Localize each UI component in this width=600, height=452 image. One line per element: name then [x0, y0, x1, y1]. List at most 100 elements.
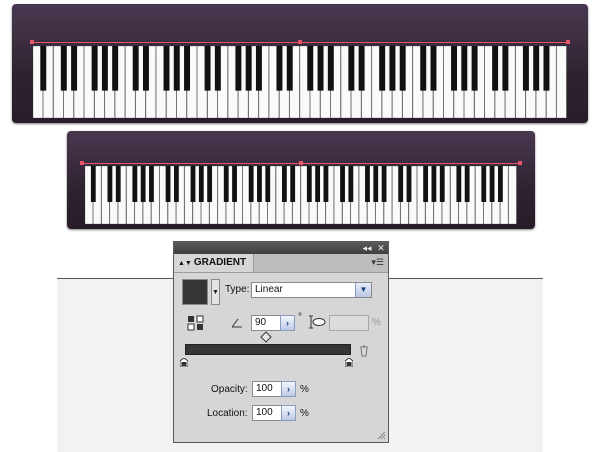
collapse-icon[interactable]: ◂◂: [360, 242, 374, 254]
black-key: [40, 46, 47, 91]
midpoint-diamond[interactable]: [260, 331, 272, 343]
black-key: [290, 166, 296, 202]
location-unit: %: [300, 408, 309, 419]
black-key: [132, 46, 139, 91]
tab-gradient[interactable]: ▲▼ GRADIENT: [174, 254, 254, 272]
black-key: [315, 166, 321, 202]
black-key: [451, 46, 458, 91]
color-stop-left[interactable]: [180, 358, 188, 367]
black-key: [497, 166, 503, 202]
black-key: [276, 46, 283, 91]
black-key: [399, 46, 406, 91]
black-key: [379, 46, 386, 91]
black-key: [149, 166, 154, 202]
black-key: [317, 46, 324, 91]
selection-handle-right: [566, 40, 570, 44]
black-key: [132, 166, 138, 202]
black-key: [281, 166, 287, 202]
angle-icon: [231, 318, 242, 328]
black-key: [307, 46, 314, 91]
panel-titlebar[interactable]: ◂◂ ✕: [174, 242, 388, 254]
black-key: [214, 46, 221, 91]
opacity-stepper-button[interactable]: ›: [281, 381, 296, 397]
black-key: [184, 46, 191, 91]
black-key: [142, 46, 149, 91]
location-label: Location:: [207, 408, 248, 419]
black-key: [232, 166, 237, 202]
black-key: [207, 166, 213, 202]
black-key: [439, 166, 445, 202]
close-icon[interactable]: ✕: [375, 242, 387, 254]
black-key: [245, 46, 252, 91]
reverse-gradient-icon[interactable]: [187, 315, 205, 331]
trash-icon[interactable]: [359, 345, 369, 357]
black-key: [198, 166, 204, 202]
black-key: [248, 166, 254, 202]
white-key: [556, 46, 567, 118]
piano-large: [12, 4, 588, 123]
swatch-dropdown-icon[interactable]: ▼: [211, 279, 220, 305]
black-key: [112, 46, 119, 91]
black-key: [91, 46, 98, 91]
black-key: [373, 166, 379, 202]
black-key: [163, 46, 170, 91]
black-key: [60, 46, 67, 91]
black-key: [543, 46, 550, 91]
selection-handle-left: [30, 40, 34, 44]
black-key: [533, 46, 540, 91]
black-key: [492, 46, 499, 91]
black-key: [140, 166, 146, 202]
black-key: [90, 166, 96, 202]
piano-small: [67, 131, 535, 229]
type-select[interactable]: Linear ▼: [251, 282, 372, 298]
black-key: [101, 46, 108, 91]
black-key: [327, 46, 334, 91]
black-key: [107, 166, 113, 202]
black-key: [71, 46, 78, 91]
black-key: [265, 166, 271, 202]
selection-handle-right: [518, 161, 522, 165]
black-key: [431, 166, 437, 202]
black-key: [257, 166, 262, 202]
resize-grip-icon[interactable]: [377, 431, 386, 440]
black-key: [365, 166, 370, 202]
aspect-unit: %: [372, 317, 381, 328]
black-key: [223, 166, 229, 202]
black-key: [173, 46, 180, 91]
black-key: [502, 46, 509, 91]
white-key: [508, 166, 517, 224]
selection-handle-left: [80, 161, 84, 165]
type-label: Type:: [225, 284, 250, 295]
black-key: [235, 46, 242, 91]
type-select-value: Linear: [255, 284, 283, 295]
degree-symbol: °: [298, 312, 302, 323]
gradient-slider-bar[interactable]: [185, 344, 351, 355]
opacity-label: Opacity:: [211, 384, 248, 395]
location-stepper-button[interactable]: ›: [281, 405, 296, 421]
angle-input[interactable]: 90: [251, 315, 281, 331]
panel-menu-icon[interactable]: ▾☰: [371, 257, 384, 268]
black-key: [420, 46, 427, 91]
selection-handle-center: [298, 40, 302, 44]
selection-handle-center: [299, 161, 303, 165]
angle-stepper-button[interactable]: ›: [280, 315, 295, 331]
chevron-down-icon[interactable]: ▼: [355, 283, 371, 297]
black-key: [381, 166, 387, 202]
location-input[interactable]: 100: [252, 405, 282, 421]
black-key: [323, 166, 329, 202]
gradient-swatch[interactable]: [182, 279, 208, 305]
opacity-value: 100: [256, 383, 273, 394]
black-key: [456, 166, 462, 202]
black-key: [389, 46, 396, 91]
black-key: [115, 166, 121, 202]
aspect-ratio-icon: [309, 315, 326, 329]
black-key: [348, 166, 354, 202]
color-stop-right[interactable]: [345, 358, 353, 367]
black-key: [165, 166, 171, 202]
opacity-input[interactable]: 100: [252, 381, 282, 397]
black-key: [255, 46, 262, 91]
aspect-ratio-input: [329, 315, 369, 331]
location-value: 100: [256, 407, 273, 418]
black-key: [522, 46, 529, 91]
black-key: [423, 166, 429, 202]
